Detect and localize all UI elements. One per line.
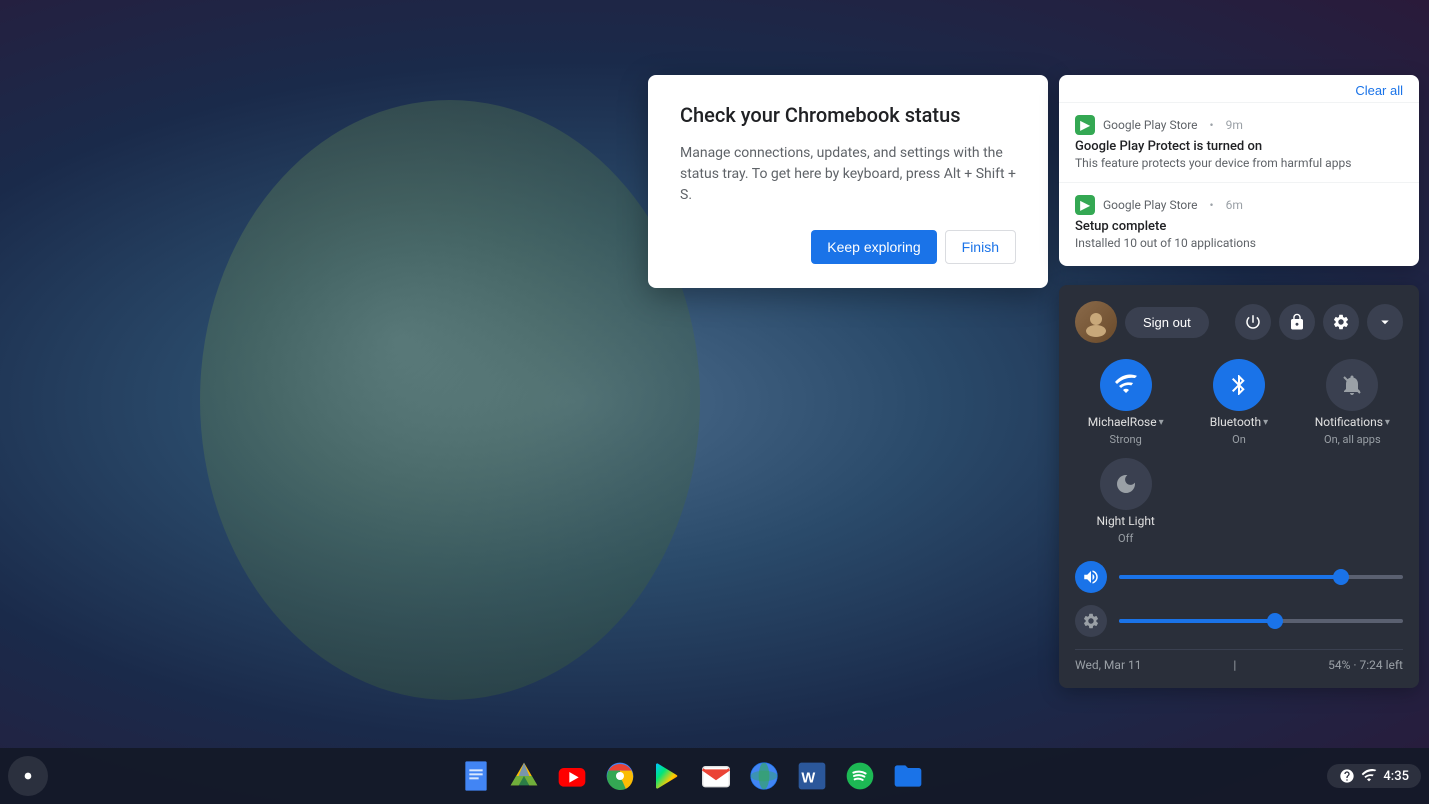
google-play-icon-2: ▶	[1075, 195, 1095, 215]
notifications-tile: Notifications ▾ On, all apps	[1302, 359, 1403, 446]
taskbar-app-youtube[interactable]	[550, 754, 594, 798]
volume-slider-row	[1075, 561, 1403, 593]
google-play-icon-1: ▶	[1075, 115, 1095, 135]
user-avatar[interactable]	[1075, 301, 1117, 343]
notif-time-1: •	[1210, 118, 1214, 132]
wifi-label-row: MichaelRose ▾	[1088, 415, 1164, 429]
notification-item-1: ▶ Google Play Store • 9m Google Play Pro…	[1059, 102, 1419, 182]
nightlight-label: Night Light	[1096, 514, 1154, 528]
notification-panel: Clear all ▶ Google Play Store • 9m Googl…	[1059, 75, 1419, 266]
notification-header: Clear all	[1059, 75, 1419, 102]
taskbar-apps: W	[56, 754, 1327, 798]
notifications-label: Notifications	[1315, 415, 1383, 429]
bluetooth-label: Bluetooth	[1210, 415, 1261, 429]
taskbar: W	[0, 748, 1429, 804]
nightlight-button[interactable]	[1100, 458, 1152, 510]
taskbar-app-docs[interactable]	[454, 754, 498, 798]
taskbar-status-area[interactable]: 4:35	[1327, 764, 1421, 788]
wifi-label: MichaelRose	[1088, 415, 1157, 429]
taskbar-app-files[interactable]	[886, 754, 930, 798]
volume-slider[interactable]	[1119, 575, 1403, 579]
sign-out-button[interactable]: Sign out	[1125, 307, 1209, 338]
lock-button[interactable]	[1279, 304, 1315, 340]
power-button[interactable]	[1235, 304, 1271, 340]
taskbar-app-gmail[interactable]	[694, 754, 738, 798]
notif-source-1: ▶ Google Play Store • 9m	[1075, 115, 1403, 135]
clear-all-button[interactable]: Clear all	[1355, 83, 1403, 98]
qs-footer: Wed, Mar 11 | 54% · 7:24 left	[1075, 649, 1403, 672]
bluetooth-label-row: Bluetooth ▾	[1210, 415, 1268, 429]
qs-date: Wed, Mar 11	[1075, 658, 1141, 672]
nightlight-tile: Night Light Off	[1075, 458, 1176, 545]
taskbar-time: 4:35	[1383, 769, 1409, 784]
brightness-icon	[1075, 605, 1107, 637]
notif-source-name-1: Google Play Store	[1103, 118, 1198, 132]
bluetooth-tile: Bluetooth ▾ On	[1188, 359, 1289, 446]
qs-top-row: Sign out	[1075, 301, 1403, 343]
bluetooth-button[interactable]	[1213, 359, 1265, 411]
qs-tiles: MichaelRose ▾ Strong Bluetooth ▾ On	[1075, 359, 1403, 545]
notifications-button[interactable]	[1326, 359, 1378, 411]
qs-icon-row	[1235, 304, 1403, 340]
notifications-label-row: Notifications ▾	[1315, 415, 1390, 429]
taskbar-app-chrome[interactable]	[598, 754, 642, 798]
desktop-globe	[200, 100, 700, 700]
notif-title-2: Setup complete	[1075, 219, 1403, 234]
taskbar-app-drive[interactable]	[502, 754, 546, 798]
keep-exploring-button[interactable]: Keep exploring	[811, 230, 936, 264]
status-dialog: Check your Chromebook status Manage conn…	[648, 75, 1048, 288]
wifi-button[interactable]	[1100, 359, 1152, 411]
notif-body-1: This feature protects your device from h…	[1075, 156, 1403, 170]
desktop: Check your Chromebook status Manage conn…	[0, 0, 1429, 804]
volume-icon	[1075, 561, 1107, 593]
nightlight-sublabel: Off	[1118, 532, 1133, 545]
qs-battery: 54% · 7:24 left	[1328, 658, 1403, 672]
notification-item-2: ▶ Google Play Store • 6m Setup complete …	[1059, 182, 1419, 262]
notif-time-value-1: 9m	[1226, 118, 1243, 132]
help-icon	[1339, 768, 1355, 784]
wifi-sublabel: Strong	[1110, 433, 1142, 446]
taskbar-app-spotify[interactable]	[838, 754, 882, 798]
notif-time-value-2: 6m	[1226, 198, 1243, 212]
status-dialog-body: Manage connections, updates, and setting…	[680, 143, 1016, 206]
taskbar-app-earth[interactable]	[742, 754, 786, 798]
status-dialog-title: Check your Chromebook status	[680, 103, 1016, 127]
brightness-slider[interactable]	[1119, 619, 1403, 623]
notif-source-2: ▶ Google Play Store • 6m	[1075, 195, 1403, 215]
notif-source-name-2: Google Play Store	[1103, 198, 1198, 212]
notif-body-2: Installed 10 out of 10 applications	[1075, 236, 1403, 250]
expand-button[interactable]	[1367, 304, 1403, 340]
wifi-tile: MichaelRose ▾ Strong	[1075, 359, 1176, 446]
finish-button[interactable]: Finish	[945, 230, 1016, 264]
taskbar-right: 4:35	[1327, 764, 1421, 788]
quick-settings-panel: Sign out	[1059, 285, 1419, 688]
settings-button[interactable]	[1323, 304, 1359, 340]
wifi-status-icon	[1361, 768, 1377, 784]
taskbar-app-play[interactable]	[646, 754, 690, 798]
notif-time-sep-2: •	[1210, 198, 1214, 212]
notifications-sublabel: On, all apps	[1324, 433, 1381, 446]
dialog-buttons: Keep exploring Finish	[680, 230, 1016, 264]
svg-text:W: W	[801, 771, 815, 787]
notif-title-1: Google Play Protect is turned on	[1075, 139, 1403, 154]
launcher-button[interactable]	[8, 756, 48, 796]
brightness-slider-row	[1075, 605, 1403, 637]
bluetooth-sublabel: On	[1232, 433, 1246, 446]
taskbar-app-word[interactable]: W	[790, 754, 834, 798]
